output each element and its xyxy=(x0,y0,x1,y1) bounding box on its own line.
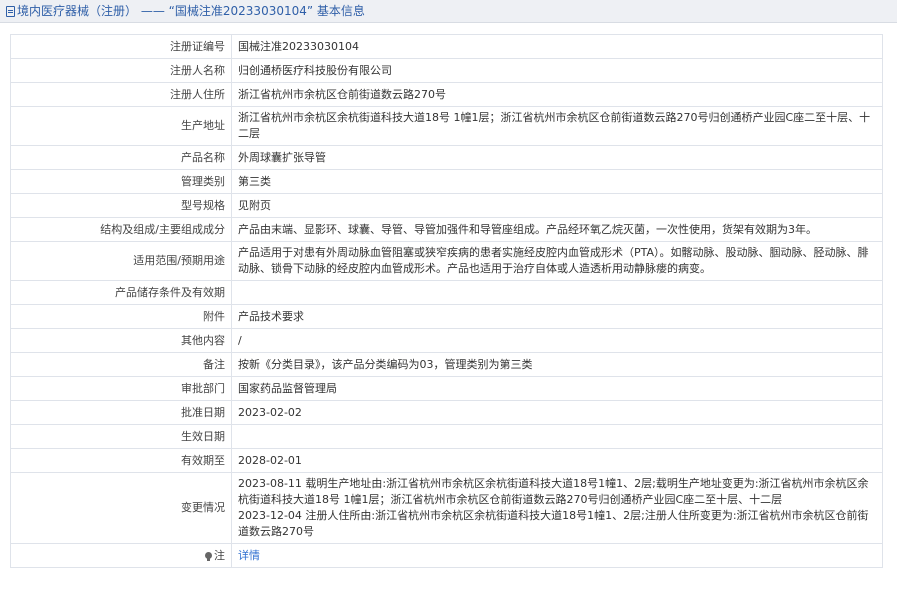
field-label: 批准日期 xyxy=(10,400,232,425)
field-value: 浙江省杭州市余杭区余杭街道科技大道18号 1幢1层；浙江省杭州市余杭区仓前街道数… xyxy=(231,106,883,146)
field-label: 注册证编号 xyxy=(10,34,232,59)
table-row: 批准日期 2023-02-02 xyxy=(10,400,883,425)
bulb-icon xyxy=(205,551,212,561)
field-value: 第三类 xyxy=(231,169,883,194)
content-area: 注册证编号 国械注准20233030104 注册人名称 归创通桥医疗科技股份有限… xyxy=(0,23,897,568)
field-label: 有效期至 xyxy=(10,448,232,473)
field-value: 国家药品监督管理局 xyxy=(231,376,883,401)
note-label: 注 xyxy=(10,543,232,568)
field-label: 生效日期 xyxy=(10,424,232,449)
field-label: 产品名称 xyxy=(10,145,232,170)
change-entry: 2023-08-11 载明生产地址由:浙江省杭州市余杭区余杭街道科技大道18号1… xyxy=(238,477,869,506)
field-label: 注册人住所 xyxy=(10,82,232,107)
table-row: 管理类别 第三类 xyxy=(10,169,883,194)
field-value: 见附页 xyxy=(231,193,883,218)
table-row: 产品储存条件及有效期 xyxy=(10,280,883,305)
field-value xyxy=(231,280,883,305)
table-row: 注册证编号 国械注准20233030104 xyxy=(10,34,883,59)
table-row-note: 注 详情 xyxy=(10,543,883,568)
field-label: 审批部门 xyxy=(10,376,232,401)
field-value: 产品适用于对患有外周动脉血管阻塞或狭窄疾病的患者实施经皮腔内血管成形术（PTA）… xyxy=(231,241,883,281)
breadcrumb-separator: —— xyxy=(140,4,165,18)
field-value: 按新《分类目录》，该产品分类编码为03，管理类别为第三类 xyxy=(231,352,883,377)
table-row: 附件 产品技术要求 xyxy=(10,304,883,329)
field-label: 生产地址 xyxy=(10,106,232,146)
field-value: 产品由末端、显影环、球囊、导管、导管加强件和导管座组成。产品经环氧乙烷灭菌，一次… xyxy=(231,217,883,242)
table-row: 注册人住所 浙江省杭州市余杭区仓前街道数云路270号 xyxy=(10,82,883,107)
field-label: 型号规格 xyxy=(10,193,232,218)
table-row: 生产地址 浙江省杭州市余杭区余杭街道科技大道18号 1幢1层；浙江省杭州市余杭区… xyxy=(10,106,883,146)
field-value: / xyxy=(231,328,883,353)
field-label: 管理类别 xyxy=(10,169,232,194)
change-history: 2023-08-11 载明生产地址由:浙江省杭州市余杭区余杭街道科技大道18号1… xyxy=(231,472,883,544)
field-value: 外周球囊扩张导管 xyxy=(231,145,883,170)
table-row: 注册人名称 归创通桥医疗科技股份有限公司 xyxy=(10,58,883,83)
table-row: 产品名称 外周球囊扩张导管 xyxy=(10,145,883,170)
table-row: 审批部门 国家药品监督管理局 xyxy=(10,376,883,401)
note-label-text: 注 xyxy=(214,548,225,562)
document-icon xyxy=(6,6,15,17)
field-label: 产品储存条件及有效期 xyxy=(10,280,232,305)
table-row-changes: 变更情况 2023-08-11 载明生产地址由:浙江省杭州市余杭区余杭街道科技大… xyxy=(10,472,883,544)
change-entry: 2023-12-04 注册人住所由:浙江省杭州市余杭区余杭街道科技大道18号1幢… xyxy=(238,509,869,538)
field-value: 2028-02-01 xyxy=(231,448,883,473)
field-label: 注册人名称 xyxy=(10,58,232,83)
table-row: 适用范围/预期用途 产品适用于对患有外周动脉血管阻塞或狭窄疾病的患者实施经皮腔内… xyxy=(10,241,883,281)
table-row: 生效日期 xyxy=(10,424,883,449)
table-row: 备注 按新《分类目录》，该产品分类编码为03，管理类别为第三类 xyxy=(10,352,883,377)
field-value: 详情 xyxy=(231,543,883,568)
breadcrumb-category[interactable]: 境内医疗器械（注册） xyxy=(17,4,137,18)
table-row: 有效期至 2028-02-01 xyxy=(10,448,883,473)
header-suffix: 基本信息 xyxy=(316,4,365,18)
field-label: 变更情况 xyxy=(10,472,232,544)
field-label: 备注 xyxy=(10,352,232,377)
field-value: 归创通桥医疗科技股份有限公司 xyxy=(231,58,883,83)
field-value: 2023-02-02 xyxy=(231,400,883,425)
table-row: 其他内容 / xyxy=(10,328,883,353)
field-label: 其他内容 xyxy=(10,328,232,353)
field-value: 产品技术要求 xyxy=(231,304,883,329)
field-label: 适用范围/预期用途 xyxy=(10,241,232,281)
details-link[interactable]: 详情 xyxy=(238,549,260,562)
record-title: “国械注准20233030104” xyxy=(168,4,314,18)
field-label: 结构及组成/主要组成成分 xyxy=(10,217,232,242)
table-row: 结构及组成/主要组成成分 产品由末端、显影环、球囊、导管、导管加强件和导管座组成… xyxy=(10,217,883,242)
field-value: 浙江省杭州市余杭区仓前街道数云路270号 xyxy=(231,82,883,107)
field-value: 国械注准20233030104 xyxy=(231,34,883,59)
page-header: 境内医疗器械（注册） —— “国械注准20233030104” 基本信息 xyxy=(0,0,897,23)
field-value xyxy=(231,424,883,449)
device-info-table: 注册证编号 国械注准20233030104 注册人名称 归创通桥医疗科技股份有限… xyxy=(10,34,883,568)
table-row: 型号规格 见附页 xyxy=(10,193,883,218)
field-label: 附件 xyxy=(10,304,232,329)
